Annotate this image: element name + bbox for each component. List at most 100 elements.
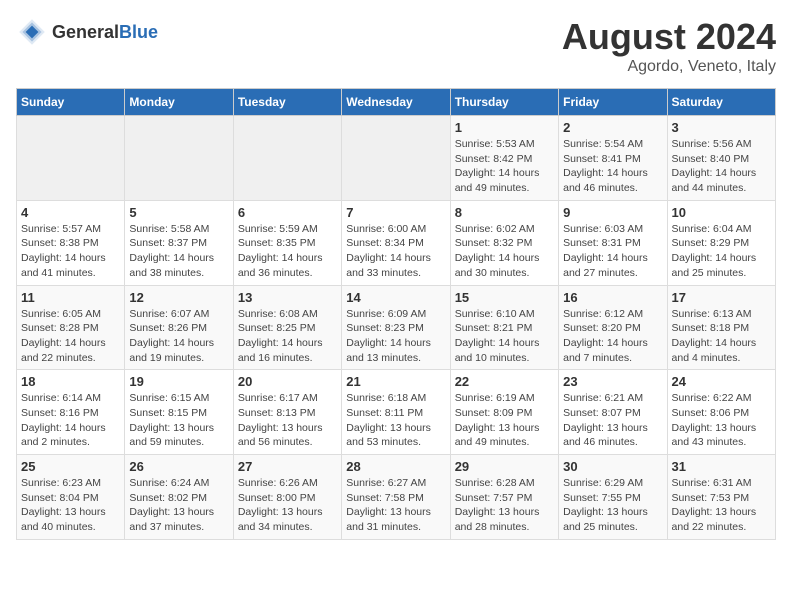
cell-info: Sunrise: 6:15 AMSunset: 8:15 PMDaylight:… xyxy=(129,391,228,450)
weekday-header-monday: Monday xyxy=(125,89,233,116)
weekday-header-tuesday: Tuesday xyxy=(233,89,341,116)
weekday-header-wednesday: Wednesday xyxy=(342,89,450,116)
cell-info: Sunrise: 6:09 AMSunset: 8:23 PMDaylight:… xyxy=(346,307,445,366)
calendar-cell: 16Sunrise: 6:12 AMSunset: 8:20 PMDayligh… xyxy=(559,285,667,370)
cell-info: Sunrise: 6:28 AMSunset: 7:57 PMDaylight:… xyxy=(455,476,554,535)
cell-info: Sunrise: 5:58 AMSunset: 8:37 PMDaylight:… xyxy=(129,222,228,281)
day-number: 20 xyxy=(238,374,337,389)
calendar-table: SundayMondayTuesdayWednesdayThursdayFrid… xyxy=(16,88,776,540)
day-number: 23 xyxy=(563,374,662,389)
weekday-header-friday: Friday xyxy=(559,89,667,116)
subtitle: Agordo, Veneto, Italy xyxy=(562,58,776,76)
day-number: 4 xyxy=(21,205,120,220)
cell-info: Sunrise: 6:17 AMSunset: 8:13 PMDaylight:… xyxy=(238,391,337,450)
calendar-cell: 17Sunrise: 6:13 AMSunset: 8:18 PMDayligh… xyxy=(667,285,775,370)
logo-text-blue: Blue xyxy=(119,22,158,42)
cell-info: Sunrise: 5:57 AMSunset: 8:38 PMDaylight:… xyxy=(21,222,120,281)
calendar-cell: 26 Sunrise: 6:24 AMSunset: 8:02 PMDayligh… xyxy=(125,455,233,540)
calendar-cell: 3 Sunrise: 5:56 AMSunset: 8:40 PMDaylight… xyxy=(667,116,775,201)
calendar-week-1: 1Sunrise: 5:53 AMSunset: 8:42 PMDaylight… xyxy=(17,116,776,201)
calendar-cell: 14 Sunrise: 6:09 AMSunset: 8:23 PMDayligh… xyxy=(342,285,450,370)
calendar-cell xyxy=(233,116,341,201)
day-number: 31 xyxy=(672,459,771,474)
calendar-cell: 7 Sunrise: 6:00 AMSunset: 8:34 PMDaylight… xyxy=(342,200,450,285)
calendar-week-5: 25Sunrise: 6:23 AMSunset: 8:04 PMDayligh… xyxy=(17,455,776,540)
cell-info: Sunrise: 6:08 AMSunset: 8:25 PMDaylight:… xyxy=(238,307,337,366)
day-number: 9 xyxy=(563,205,662,220)
cell-info: Sunrise: 5:56 AMSunset: 8:40 PMDaylight:… xyxy=(672,137,771,196)
day-number: 24 xyxy=(672,374,771,389)
calendar-cell: 22 Sunrise: 6:19 AMSunset: 8:09 PMDayligh… xyxy=(450,370,558,455)
calendar-cell: 18 Sunrise: 6:14 AMSunset: 8:16 PMDayligh… xyxy=(17,370,125,455)
cell-info: Sunrise: 6:21 AMSunset: 8:07 PMDaylight:… xyxy=(563,391,662,450)
calendar-cell: 5 Sunrise: 5:58 AMSunset: 8:37 PMDaylight… xyxy=(125,200,233,285)
cell-info: Sunrise: 6:27 AMSunset: 7:58 PMDaylight:… xyxy=(346,476,445,535)
cell-info: Sunrise: 6:04 AMSunset: 8:29 PMDaylight:… xyxy=(672,222,771,281)
logo: GeneralBlue xyxy=(16,16,158,48)
day-number: 28 xyxy=(346,459,445,474)
day-number: 21 xyxy=(346,374,445,389)
cell-info: Sunrise: 6:14 AMSunset: 8:16 PMDaylight:… xyxy=(21,391,120,450)
day-number: 11 xyxy=(21,290,120,305)
calendar-week-2: 4 Sunrise: 5:57 AMSunset: 8:38 PMDaylight… xyxy=(17,200,776,285)
cell-info: Sunrise: 5:53 AMSunset: 8:42 PMDaylight:… xyxy=(455,137,554,196)
calendar-cell: 8 Sunrise: 6:02 AMSunset: 8:32 PMDaylight… xyxy=(450,200,558,285)
day-number: 6 xyxy=(238,205,337,220)
day-number: 19 xyxy=(129,374,228,389)
weekday-row: SundayMondayTuesdayWednesdayThursdayFrid… xyxy=(17,89,776,116)
cell-info: Sunrise: 6:07 AMSunset: 8:26 PMDaylight:… xyxy=(129,307,228,366)
calendar-cell: 15 Sunrise: 6:10 AMSunset: 8:21 PMDayligh… xyxy=(450,285,558,370)
cell-info: Sunrise: 6:03 AMSunset: 8:31 PMDaylight:… xyxy=(563,222,662,281)
cell-info: Sunrise: 6:10 AMSunset: 8:21 PMDaylight:… xyxy=(455,307,554,366)
day-number: 14 xyxy=(346,290,445,305)
cell-info: Sunrise: 6:19 AMSunset: 8:09 PMDaylight:… xyxy=(455,391,554,450)
calendar-cell: 10 Sunrise: 6:04 AMSunset: 8:29 PMDayligh… xyxy=(667,200,775,285)
calendar-cell xyxy=(125,116,233,201)
day-number: 30 xyxy=(563,459,662,474)
day-number: 13 xyxy=(238,290,337,305)
calendar-cell: 21Sunrise: 6:18 AMSunset: 8:11 PMDayligh… xyxy=(342,370,450,455)
cell-info: Sunrise: 6:05 AMSunset: 8:28 PMDaylight:… xyxy=(21,307,120,366)
cell-info: Sunrise: 6:22 AMSunset: 8:06 PMDaylight:… xyxy=(672,391,771,450)
logo-icon xyxy=(16,16,48,48)
cell-info: Sunrise: 6:02 AMSunset: 8:32 PMDaylight:… xyxy=(455,222,554,281)
day-number: 2 xyxy=(563,120,662,135)
calendar-cell: 27Sunrise: 6:26 AMSunset: 8:00 PMDayligh… xyxy=(233,455,341,540)
cell-info: Sunrise: 6:29 AMSunset: 7:55 PMDaylight:… xyxy=(563,476,662,535)
calendar-cell: 6 Sunrise: 5:59 AMSunset: 8:35 PMDaylight… xyxy=(233,200,341,285)
calendar-cell: 1Sunrise: 5:53 AMSunset: 8:42 PMDaylight… xyxy=(450,116,558,201)
title-area: August 2024 Agordo, Veneto, Italy xyxy=(562,16,776,76)
calendar-cell xyxy=(17,116,125,201)
calendar-cell: 28 Sunrise: 6:27 AMSunset: 7:58 PMDayligh… xyxy=(342,455,450,540)
calendar-cell: 19 Sunrise: 6:15 AMSunset: 8:15 PMDayligh… xyxy=(125,370,233,455)
calendar-cell: 4 Sunrise: 5:57 AMSunset: 8:38 PMDaylight… xyxy=(17,200,125,285)
day-number: 29 xyxy=(455,459,554,474)
weekday-header-thursday: Thursday xyxy=(450,89,558,116)
day-number: 18 xyxy=(21,374,120,389)
day-number: 22 xyxy=(455,374,554,389)
calendar-cell: 13 Sunrise: 6:08 AMSunset: 8:25 PMDayligh… xyxy=(233,285,341,370)
day-number: 17 xyxy=(672,290,771,305)
calendar-week-3: 11 Sunrise: 6:05 AMSunset: 8:28 PMDayligh… xyxy=(17,285,776,370)
day-number: 16 xyxy=(563,290,662,305)
calendar-cell: 31Sunrise: 6:31 AMSunset: 7:53 PMDayligh… xyxy=(667,455,775,540)
cell-info: Sunrise: 6:00 AMSunset: 8:34 PMDaylight:… xyxy=(346,222,445,281)
day-number: 10 xyxy=(672,205,771,220)
day-number: 3 xyxy=(672,120,771,135)
cell-info: Sunrise: 6:24 AMSunset: 8:02 PMDaylight:… xyxy=(129,476,228,535)
calendar-cell: 25Sunrise: 6:23 AMSunset: 8:04 PMDayligh… xyxy=(17,455,125,540)
day-number: 15 xyxy=(455,290,554,305)
day-number: 12 xyxy=(129,290,228,305)
logo-text-general: General xyxy=(52,22,119,42)
cell-info: Sunrise: 5:59 AMSunset: 8:35 PMDaylight:… xyxy=(238,222,337,281)
calendar-cell: 20 Sunrise: 6:17 AMSunset: 8:13 PMDayligh… xyxy=(233,370,341,455)
page-header: GeneralBlue August 2024 Agordo, Veneto, … xyxy=(16,16,776,76)
day-number: 7 xyxy=(346,205,445,220)
day-number: 8 xyxy=(455,205,554,220)
calendar-cell: 29 Sunrise: 6:28 AMSunset: 7:57 PMDayligh… xyxy=(450,455,558,540)
day-number: 26 xyxy=(129,459,228,474)
main-title: August 2024 xyxy=(562,16,776,58)
weekday-header-saturday: Saturday xyxy=(667,89,775,116)
calendar-week-4: 18 Sunrise: 6:14 AMSunset: 8:16 PMDayligh… xyxy=(17,370,776,455)
day-number: 5 xyxy=(129,205,228,220)
